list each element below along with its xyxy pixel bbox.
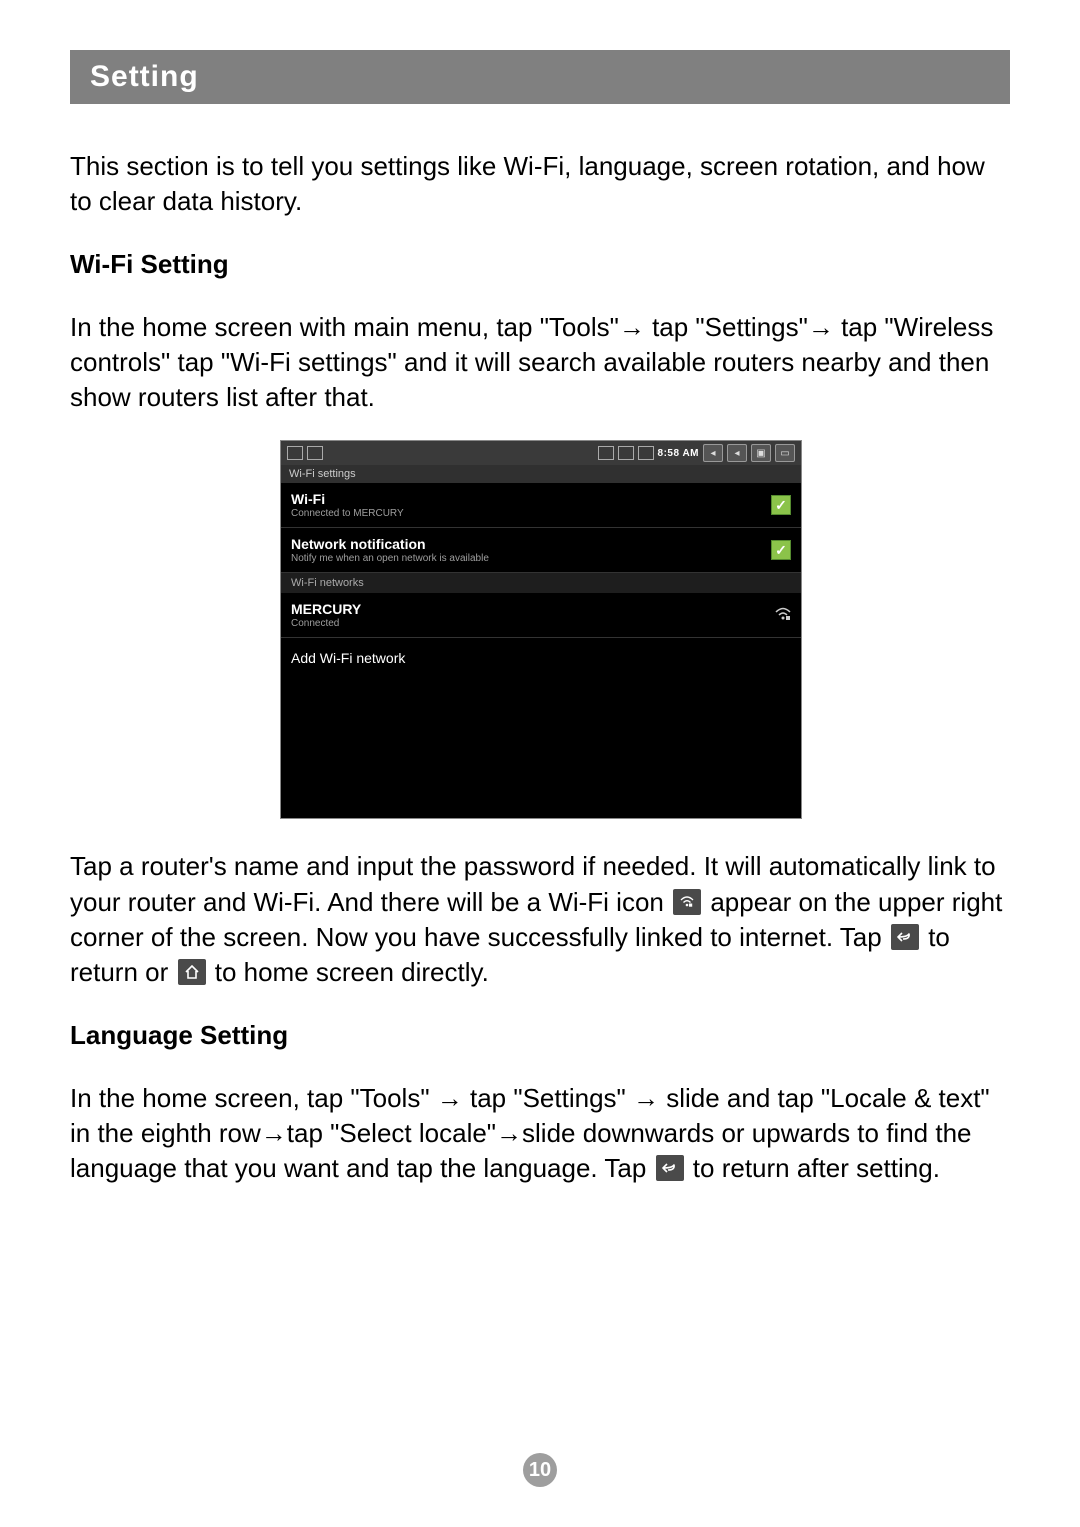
wifi-icon [673, 889, 701, 915]
row-subtitle: Notify me when an open network is availa… [291, 553, 489, 564]
settings-row-wifi[interactable]: Wi-Fi Connected to MERCURY ✓ [281, 483, 801, 528]
statusbar: 8:58 AM ◂ ◂ ▣ ▭ [281, 441, 801, 465]
back-icon [891, 924, 919, 950]
network-subtitle: Connected [291, 618, 361, 629]
wifi-heading: Wi-Fi Setting [70, 249, 1010, 280]
screen-header: Wi-Fi settings [281, 465, 801, 483]
networks-label: Wi-Fi networks [281, 573, 801, 593]
row-title: Wi-Fi [291, 491, 404, 507]
text-fragment: to return after setting. [693, 1153, 940, 1183]
network-title: MERCURY [291, 601, 361, 617]
network-row[interactable]: MERCURY Connected [281, 593, 801, 638]
wifi-signal-icon [775, 607, 791, 624]
statusbar-time: 8:58 AM [658, 448, 699, 459]
add-network-row[interactable]: Add Wi-Fi network [281, 638, 801, 678]
nav-button[interactable]: ▣ [751, 444, 771, 462]
checkbox-icon[interactable]: ✓ [771, 540, 791, 560]
wifi-paragraph-1: In the home screen with main menu, tap "… [70, 310, 1010, 415]
nav-button[interactable]: ▭ [775, 444, 795, 462]
wifi-paragraph-2: Tap a router's name and input the passwo… [70, 849, 1010, 989]
home-icon [178, 959, 206, 985]
nav-button[interactable]: ◂ [727, 444, 747, 462]
device-screenshot: 8:58 AM ◂ ◂ ▣ ▭ Wi-Fi settings Wi-Fi Con… [280, 440, 800, 819]
checkbox-icon[interactable]: ✓ [771, 495, 791, 515]
page-number: 10 [523, 1453, 557, 1487]
text-fragment: to home screen directly. [215, 957, 489, 987]
settings-row-notification[interactable]: Network notification Notify me when an o… [281, 528, 801, 573]
screenshot-blank-area [281, 678, 801, 818]
status-icon [638, 446, 654, 460]
section-title: Setting [70, 50, 1010, 104]
row-subtitle: Connected to MERCURY [291, 508, 404, 519]
language-paragraph: In the home screen, tap "Tools" → tap "S… [70, 1081, 1010, 1186]
nav-button[interactable]: ◂ [703, 444, 723, 462]
row-title: Network notification [291, 536, 489, 552]
status-icon [598, 446, 614, 460]
language-heading: Language Setting [70, 1020, 1010, 1051]
status-icon [287, 446, 303, 460]
back-icon [656, 1155, 684, 1181]
document-page: Setting This section is to tell you sett… [0, 0, 1080, 1527]
intro-paragraph: This section is to tell you settings lik… [70, 149, 1010, 219]
status-icon [307, 446, 323, 460]
status-icon [618, 446, 634, 460]
